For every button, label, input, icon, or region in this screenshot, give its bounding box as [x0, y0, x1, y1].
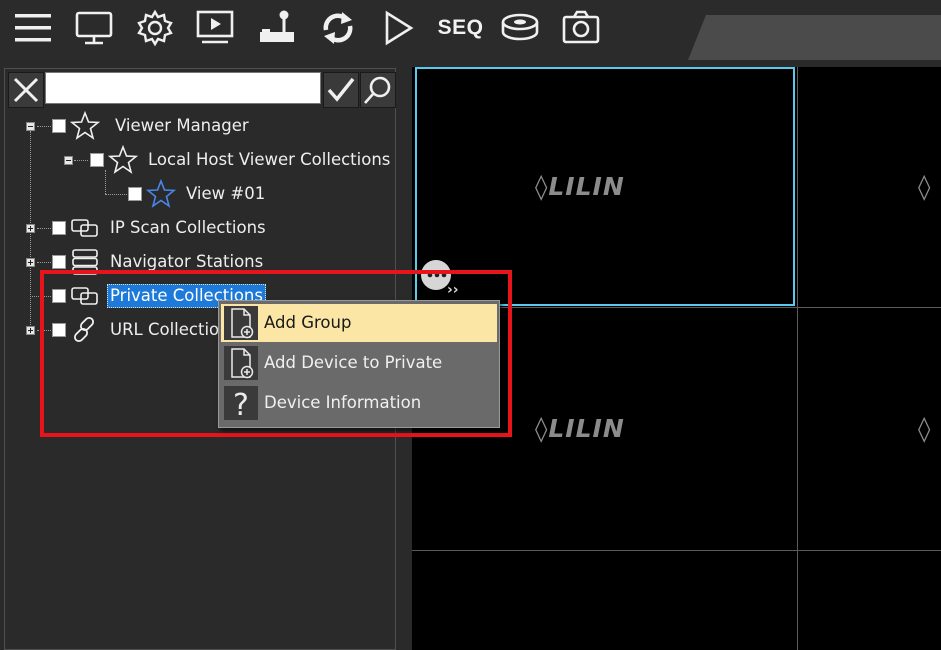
menu-item-label: Device Information: [264, 393, 422, 412]
main-toolbar: SEQ: [0, 0, 941, 60]
question-icon: ?: [224, 386, 258, 423]
tree-checkbox[interactable]: [52, 255, 66, 269]
search-icon: [364, 76, 391, 104]
expand-toggle[interactable]: [26, 224, 35, 233]
search-button[interactable]: [360, 72, 396, 108]
grid-divider: [797, 67, 798, 650]
logo-mark: ◊: [535, 172, 549, 201]
context-menu: Add Group Add Device to Private ? Device…: [218, 300, 500, 428]
tree-label: View #01: [186, 184, 266, 203]
logo-mark: ◊: [535, 414, 549, 443]
grid-divider: [412, 550, 941, 551]
menu-icon[interactable]: [12, 8, 54, 48]
menu-item-device-information[interactable]: ? Device Information: [221, 384, 497, 423]
search-input[interactable]: [45, 72, 321, 104]
lilin-logo: ◊LILIN: [535, 414, 625, 443]
add-file-icon: [224, 306, 258, 340]
tree-checkbox[interactable]: [90, 153, 104, 167]
add-file-icon: [224, 346, 258, 380]
lilin-logo-partial: ◊: [918, 172, 932, 201]
tree-connector: [37, 126, 51, 127]
close-icon: [13, 77, 39, 103]
seq-button[interactable]: SEQ: [433, 8, 488, 48]
tree-label: Viewer Manager: [115, 116, 249, 135]
menu-item-label: Add Device to Private: [264, 353, 443, 372]
lilin-logo-partial: ◊: [918, 414, 932, 443]
lilin-logo: ◊LILIN: [535, 172, 625, 201]
tree-connector: [105, 170, 106, 194]
tree-checkbox[interactable]: [128, 187, 142, 201]
confirm-search-button[interactable]: [323, 72, 359, 108]
tree-connector: [74, 160, 88, 161]
star-icon: [70, 111, 100, 140]
star-icon: [108, 145, 138, 174]
checkmark-icon: [327, 77, 355, 102]
collapse-toggle[interactable]: [26, 122, 35, 131]
tree-label: Local Host Viewer Collections: [148, 150, 391, 169]
tree-checkbox[interactable]: [52, 221, 66, 235]
logo-text: LILIN: [548, 172, 625, 201]
logo-text: LILIN: [548, 414, 625, 443]
tree-connector: [37, 228, 51, 229]
menu-item-add-group[interactable]: Add Group: [221, 304, 497, 342]
joystick-icon[interactable]: [253, 8, 299, 48]
expand-toggle[interactable]: [26, 326, 35, 335]
tree-label: IP Scan Collections: [110, 218, 266, 237]
toolbar-tab-area: [688, 15, 941, 60]
devices-icon: [71, 219, 98, 237]
tree-connector: [105, 194, 127, 195]
play-icon[interactable]: [377, 8, 417, 48]
tree-connector: [37, 262, 51, 263]
camera-icon[interactable]: [558, 8, 604, 48]
collapse-toggle[interactable]: [64, 156, 73, 165]
menu-item-add-device-to-private[interactable]: Add Device to Private: [221, 344, 497, 382]
playback-icon[interactable]: [193, 8, 237, 48]
menu-item-label: Add Group: [264, 313, 352, 332]
svg-text:?: ?: [233, 388, 249, 420]
disk-icon[interactable]: [497, 8, 543, 48]
settings-gear-icon[interactable]: [133, 8, 177, 48]
star-icon: [146, 179, 176, 208]
tree-checkbox[interactable]: [52, 119, 66, 133]
refresh-icon[interactable]: [317, 8, 359, 48]
expand-toggle[interactable]: [26, 258, 35, 267]
seq-label: SEQ: [437, 16, 484, 39]
clear-search-button[interactable]: [8, 72, 44, 108]
monitor-icon[interactable]: [72, 8, 116, 48]
